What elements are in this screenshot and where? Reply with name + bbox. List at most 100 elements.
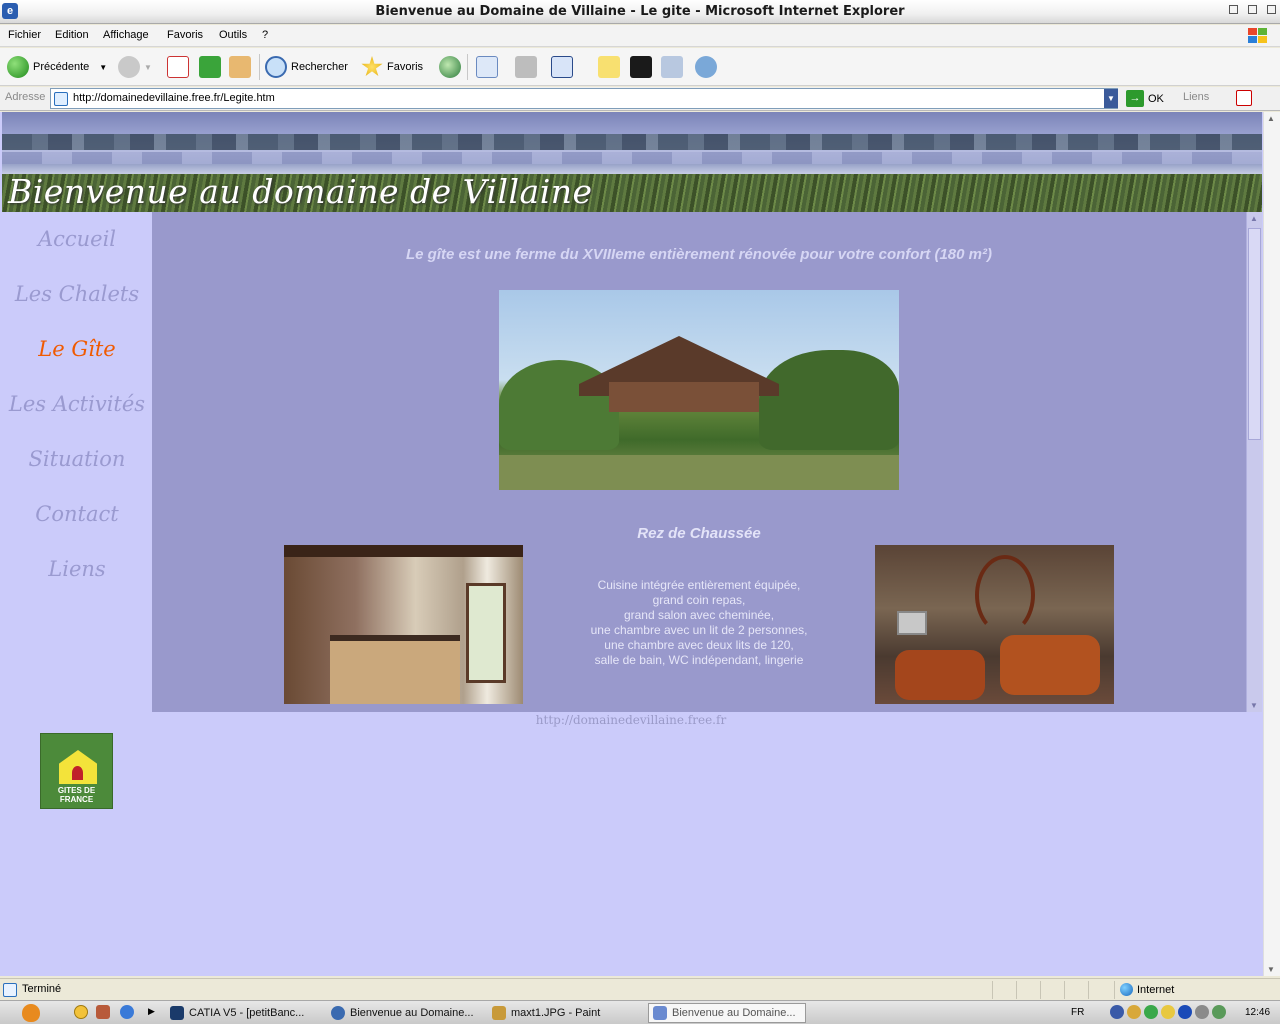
quicklaunch-icon[interactable] [96,1005,110,1019]
window-titlebar: e Bienvenue au Domaine de Villaine - Le … [0,0,1280,24]
photo-sofa [895,650,985,700]
window-controls [1229,5,1276,14]
status-bar: Terminé Internet [0,978,1280,1000]
house-photo [499,290,899,490]
history-icon[interactable] [439,56,461,78]
messenger-icon[interactable] [695,56,717,78]
bluetooth-icon[interactable] [1178,1005,1192,1019]
stop-icon[interactable] [167,56,189,78]
toolbar-separator [259,54,260,80]
home-icon[interactable] [229,56,251,78]
door-icon [72,766,83,780]
photo-wall [609,382,759,412]
menu-favoris[interactable]: Favoris [167,29,203,41]
tray-icon[interactable] [1144,1005,1158,1019]
nav-les-chalets[interactable]: Les Chalets [2,282,152,306]
scroll-down-icon[interactable]: ▼ [1267,965,1275,974]
taskbar-item-label: CATIA V5 - [petitBanc... [189,1007,305,1019]
window-title: Bienvenue au Domaine de Villaine - Le gi… [375,4,905,19]
banner-reflection [2,152,1262,164]
content-scrollbar[interactable]: ▲ ▼ [1246,212,1262,712]
address-input[interactable]: http://domainedevillaine.free.fr/Legite.… [50,88,1118,109]
links-button[interactable]: Liens [1183,91,1209,103]
menu-affichage[interactable]: Affichage [103,29,149,41]
print-icon[interactable] [515,56,537,78]
scroll-up-icon[interactable]: ▲ [1250,214,1258,223]
taskbar-item-label: maxt1.JPG - Paint [511,1007,601,1019]
nav-accueil[interactable]: Accueil [2,227,152,251]
scroll-thumb[interactable] [1248,228,1261,440]
close-button[interactable] [1267,5,1276,14]
chevron-down-icon[interactable]: ▼ [99,63,107,72]
page-scrollbar[interactable]: ▲ ▼ [1263,112,1280,976]
scroll-up-icon[interactable]: ▲ [1267,114,1275,123]
logo-text: GITES DE FRANCE [57,786,96,804]
pdf-icon[interactable] [1236,90,1252,106]
refresh-icon[interactable] [199,56,221,78]
taskbar-item-browser-active[interactable]: Bienvenue au Domaine... [648,1003,806,1023]
tray-icon[interactable] [1161,1005,1175,1019]
back-label: Précédente [33,61,90,73]
tray-icon[interactable] [1195,1005,1209,1019]
taskbar-item-browser[interactable]: Bienvenue au Domaine... [327,1003,485,1023]
tray-icon[interactable] [1212,1005,1226,1019]
address-bar: Adresse http://domainedevillaine.free.fr… [0,87,1280,111]
taskbar: ▶ CATIA V5 - [petitBanc... Bienvenue au … [0,1000,1280,1024]
nav-le-gite[interactable]: Le Gîte [2,337,152,361]
gites-de-france-logo[interactable]: GITES DE FRANCE [40,733,113,809]
page-done-icon [3,983,17,997]
search-icon [265,56,287,78]
nav-liens[interactable]: Liens [2,557,152,581]
tray-icon[interactable] [1110,1005,1124,1019]
kitchen-photo [284,545,523,704]
back-button[interactable]: Précédente ▼ [7,54,107,80]
description-line: une chambre avec deux lits de 120, [604,638,794,652]
go-button[interactable]: → OK [1126,90,1164,107]
minimize-button[interactable] [1229,5,1238,14]
edit-icon[interactable] [551,56,573,78]
forward-button[interactable]: ▼ [118,54,152,80]
favorites-label: Favoris [387,61,424,73]
tray-icon[interactable] [1127,1005,1141,1019]
go-label: OK [1148,92,1164,105]
research-icon[interactable] [661,56,683,78]
nav-situation[interactable]: Situation [2,447,152,471]
mail-icon[interactable] [476,56,498,78]
nav-les-activites[interactable]: Les Activités [2,392,152,416]
status-divider [1016,981,1017,999]
maximize-button[interactable] [1248,5,1257,14]
note-icon[interactable] [598,56,620,78]
address-dropdown-icon[interactable]: ▼ [1104,89,1118,108]
h-icon[interactable] [630,56,652,78]
status-text: Terminé [22,983,62,995]
favorites-button[interactable]: Favoris [361,54,423,80]
menu-fichier[interactable]: Fichier [8,29,41,41]
nav-contact[interactable]: Contact [2,502,152,526]
status-divider [1114,981,1115,999]
clock-app-icon[interactable] [74,1005,88,1019]
scroll-down-icon[interactable]: ▼ [1250,701,1258,710]
chevron-right-icon[interactable]: ▶ [148,1006,155,1017]
description-line: grand salon avec cheminée, [623,608,775,622]
photo-beam [284,545,523,557]
toolbar: Précédente ▼ ▼ Rechercher Favoris [0,48,1280,86]
chevron-down-icon[interactable]: ▼ [144,63,152,72]
menu-help[interactable]: ? [262,29,268,41]
go-arrow-icon: → [1126,90,1144,107]
taskbar-item-catia[interactable]: CATIA V5 - [petitBanc... [166,1003,324,1023]
search-button[interactable]: Rechercher [265,54,348,80]
start-apple-icon[interactable] [22,1004,40,1022]
catia-icon [170,1006,184,1020]
photo-counter [330,635,460,704]
globe-icon [1120,983,1133,996]
quicklaunch-icon[interactable] [120,1005,134,1019]
menu-edition[interactable]: Edition [55,29,89,41]
section-title: Rez de Chaussée [637,525,761,542]
language-indicator[interactable]: FR [1071,1007,1084,1018]
ie-icon [653,1006,667,1020]
photo-tree [759,350,899,450]
menu-outils[interactable]: Outils [219,29,247,41]
taskbar-item-paint[interactable]: maxt1.JPG - Paint [488,1003,646,1023]
forward-arrow-icon [118,56,140,78]
photo-tv [897,611,927,635]
